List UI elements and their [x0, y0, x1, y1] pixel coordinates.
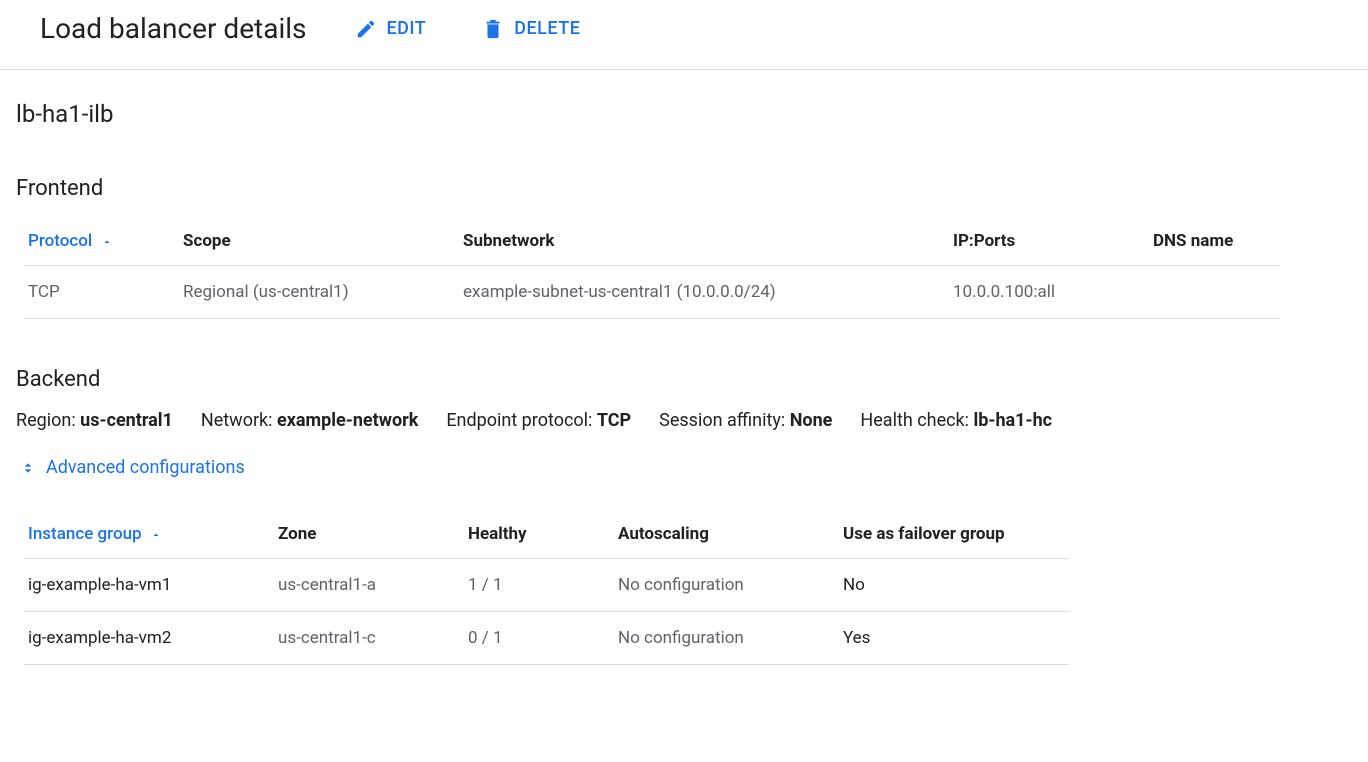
backend-table: Instance group Zone Healthy Autoscaling … — [24, 512, 1069, 665]
frontend-cell-ip-ports: 10.0.0.100:all — [949, 266, 1149, 319]
frontend-col-ip-ports[interactable]: IP:Ports — [949, 219, 1149, 266]
frontend-title: Frontend — [16, 176, 1352, 201]
frontend-col-protocol[interactable]: Protocol — [24, 219, 179, 266]
meta-network: Network: example-network — [201, 410, 418, 431]
sort-asc-icon — [150, 529, 162, 541]
sort-asc-icon — [101, 236, 113, 248]
backend-col-instance-group[interactable]: Instance group — [24, 512, 274, 559]
advanced-configurations-toggle[interactable]: Advanced configurations — [20, 457, 245, 478]
frontend-table: Protocol Scope Subnetwork IP:Ports DNS n… — [24, 219, 1279, 319]
frontend-row: TCP Regional (us-central1) example-subne… — [24, 266, 1279, 319]
meta-health-check: Health check: lb-ha1-hc — [860, 410, 1052, 431]
frontend-cell-protocol: TCP — [24, 266, 179, 319]
pencil-icon — [355, 18, 377, 40]
delete-label: DELETE — [514, 18, 580, 39]
backend-meta-row: Region: us-central1 Network: example-net… — [16, 410, 1352, 431]
backend-cell-healthy: 0 / 1 — [464, 612, 614, 665]
header-bar: Load balancer details EDIT DELETE — [0, 0, 1368, 70]
meta-session-affinity: Session affinity: None — [659, 410, 832, 431]
page-title: Load balancer details — [40, 12, 307, 45]
backend-row: ig-example-ha-vm2 us-central1-c 0 / 1 No… — [24, 612, 1069, 665]
backend-cell-failover: Yes — [839, 612, 1069, 665]
backend-title: Backend — [16, 367, 1352, 392]
frontend-cell-dns-name — [1149, 266, 1279, 319]
expand-icon — [20, 460, 36, 476]
trash-icon — [482, 18, 504, 40]
edit-button[interactable]: EDIT — [347, 14, 435, 44]
frontend-cell-subnetwork: example-subnet-us-central1 (10.0.0.0/24) — [459, 266, 949, 319]
backend-cell-instance-group: ig-example-ha-vm1 — [24, 559, 274, 612]
backend-cell-autoscaling: No configuration — [614, 559, 839, 612]
backend-cell-zone: us-central1-c — [274, 612, 464, 665]
delete-button[interactable]: DELETE — [474, 14, 588, 44]
resource-name: lb-ha1-ilb — [16, 100, 1352, 128]
backend-cell-instance-group: ig-example-ha-vm2 — [24, 612, 274, 665]
content: lb-ha1-ilb Frontend Protocol Scope Subne… — [0, 70, 1368, 729]
backend-cell-failover: No — [839, 559, 1069, 612]
backend-row: ig-example-ha-vm1 us-central1-a 1 / 1 No… — [24, 559, 1069, 612]
backend-cell-healthy: 1 / 1 — [464, 559, 614, 612]
meta-region: Region: us-central1 — [16, 410, 173, 431]
edit-label: EDIT — [387, 18, 427, 39]
backend-cell-autoscaling: No configuration — [614, 612, 839, 665]
frontend-col-dns-name[interactable]: DNS name — [1149, 219, 1279, 266]
meta-endpoint-protocol: Endpoint protocol: TCP — [446, 410, 631, 431]
frontend-col-subnetwork[interactable]: Subnetwork — [459, 219, 949, 266]
backend-col-autoscaling[interactable]: Autoscaling — [614, 512, 839, 559]
backend-col-healthy[interactable]: Healthy — [464, 512, 614, 559]
backend-cell-zone: us-central1-a — [274, 559, 464, 612]
backend-col-failover[interactable]: Use as failover group — [839, 512, 1069, 559]
frontend-cell-scope: Regional (us-central1) — [179, 266, 459, 319]
backend-col-zone[interactable]: Zone — [274, 512, 464, 559]
frontend-col-scope[interactable]: Scope — [179, 219, 459, 266]
